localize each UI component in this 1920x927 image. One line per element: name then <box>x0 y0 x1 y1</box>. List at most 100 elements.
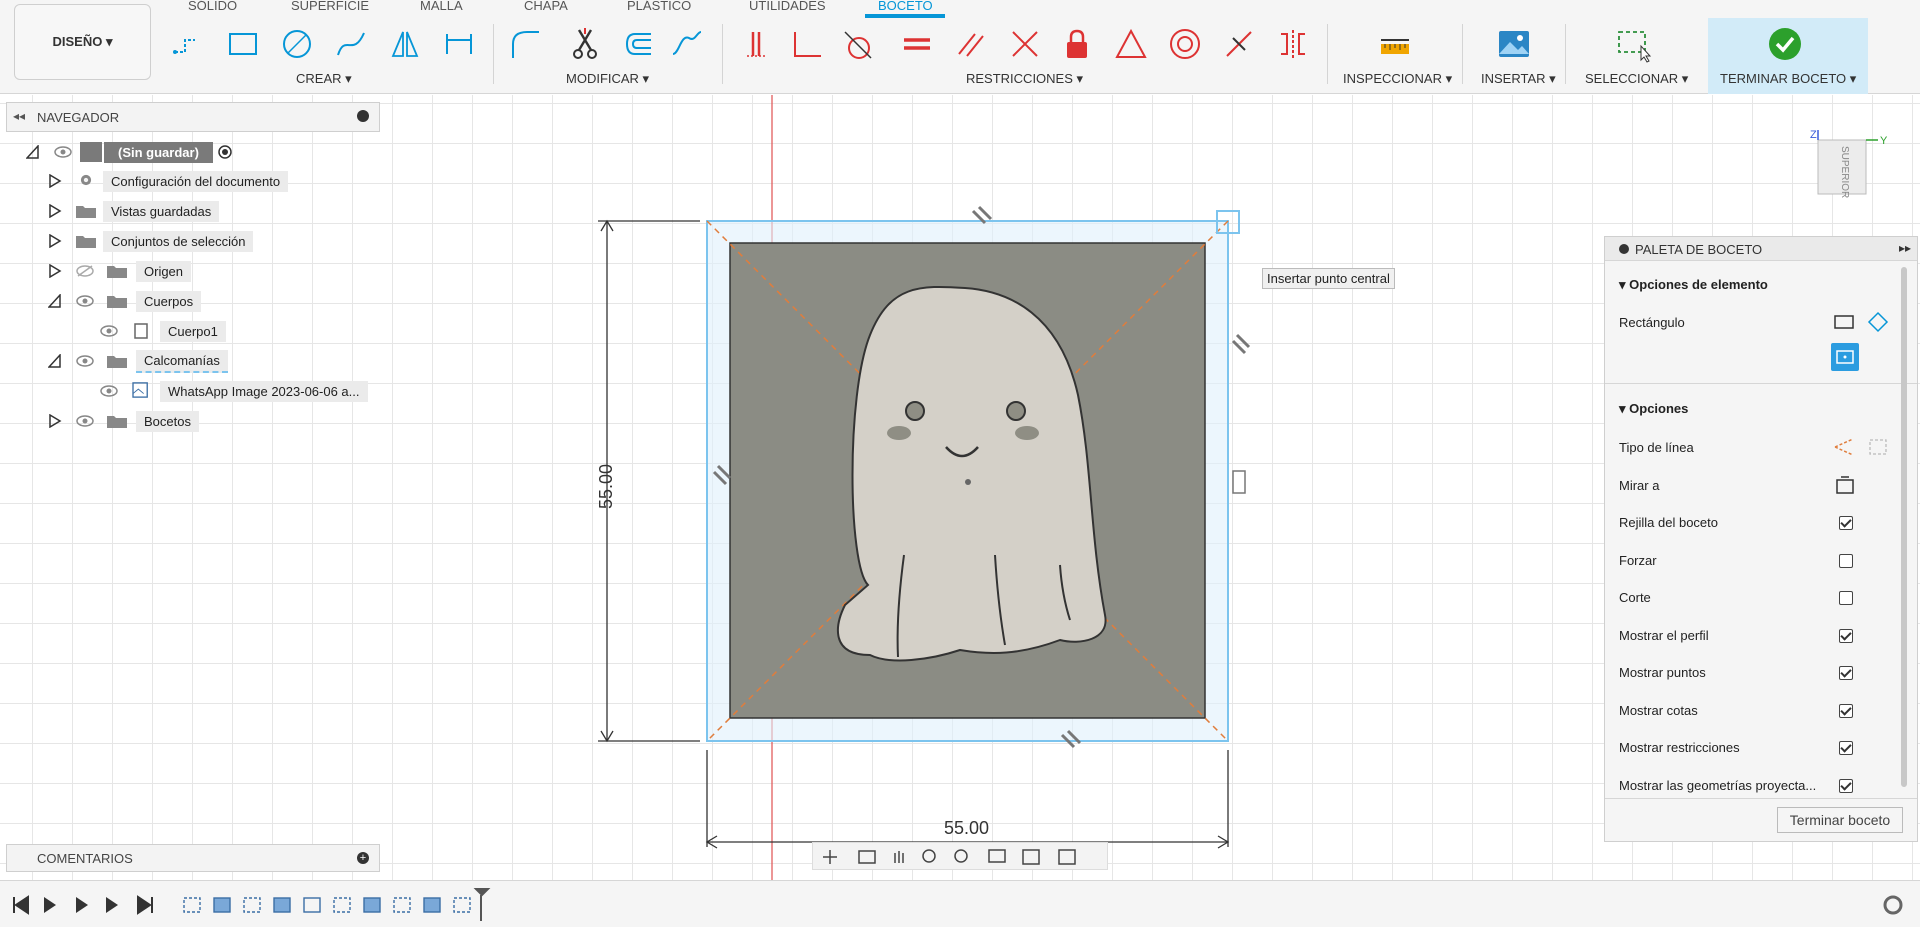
snap-checkbox[interactable] <box>1839 554 1853 568</box>
constraint-glyph <box>1232 470 1246 494</box>
inspeccionar-menu[interactable]: INSPECCIONAR ▾ <box>1343 71 1452 87</box>
expand-triangle-icon[interactable] <box>48 264 62 278</box>
tree-item-decals[interactable]: Calcomanías <box>136 349 228 373</box>
equal-constraint-icon[interactable] <box>900 27 934 61</box>
expand-triangle-icon[interactable] <box>48 204 62 218</box>
tab-boceto[interactable]: BOCETO <box>878 0 933 13</box>
visibility-eye-icon[interactable] <box>100 385 118 397</box>
timeline-settings-gear-icon <box>1883 895 1903 915</box>
tree-item-saved-views[interactable]: Vistas guardadas <box>103 199 220 223</box>
expand-triangle-icon[interactable] <box>48 414 62 428</box>
navigation-bar <box>812 842 1108 870</box>
tab-solido[interactable]: SÓLIDO <box>188 0 237 13</box>
coincident-constraint-icon[interactable] <box>1008 27 1042 61</box>
measure-tool-icon[interactable] <box>1378 27 1412 61</box>
tree-item-label: Bocetos <box>136 410 199 432</box>
tree-item-bodies[interactable]: Cuerpos <box>136 289 202 313</box>
modificar-menu[interactable]: MODIFICAR ▾ <box>566 71 649 87</box>
tab-plastico[interactable]: PLÁSTICO <box>627 0 691 13</box>
collapse-panel-icon[interactable] <box>357 110 369 122</box>
sketch-grid-checkbox[interactable] <box>1839 516 1853 530</box>
horizontal-dimension-value[interactable]: 55.00 <box>944 818 989 839</box>
triangle-constraint-icon[interactable] <box>1114 27 1148 61</box>
collapse-palette-icon[interactable] <box>1619 244 1629 254</box>
visibility-eye-icon[interactable] <box>100 325 118 337</box>
tree-item-body1[interactable]: Cuerpo1 <box>160 319 226 343</box>
vertical-dimension-value[interactable]: 55.00 <box>596 464 617 509</box>
seleccionar-menu[interactable]: SELECCIONAR ▾ <box>1585 71 1688 87</box>
tree-item-decal-image[interactable]: WhatsApp Image 2023-06-06 a... <box>160 379 368 403</box>
activate-radio-icon[interactable] <box>215 142 235 162</box>
visibility-eye-icon[interactable] <box>54 146 72 158</box>
terminar-boceto-menu[interactable]: TERMINAR BOCETO ▾ <box>1720 71 1856 87</box>
look-at-label: Mirar a <box>1619 478 1660 493</box>
visibility-eye-icon[interactable] <box>76 415 94 427</box>
hidden-eye-icon[interactable] <box>76 265 94 277</box>
tree-item-config[interactable]: Configuración del documento <box>103 169 289 193</box>
expand-triangle-icon[interactable] <box>48 354 62 368</box>
rectangle-tool-icon[interactable] <box>226 27 260 61</box>
crear-menu[interactable]: CREAR ▾ <box>296 71 352 87</box>
tree-item-selection-sets[interactable]: Conjuntos de selección <box>103 229 254 253</box>
rect-center-point-button[interactable] <box>1831 343 1859 371</box>
concentric-constraint-icon[interactable] <box>1168 27 1202 61</box>
horizontal-vertical-constraint-icon[interactable] <box>740 27 774 61</box>
construction-line-icon[interactable] <box>1833 437 1855 457</box>
centerline-icon[interactable] <box>1867 437 1889 457</box>
collapse-left-icon[interactable]: ◂◂ <box>13 109 25 123</box>
insert-image-icon[interactable] <box>1497 27 1531 61</box>
tab-superficie[interactable]: SUPERFICIE <box>291 0 369 13</box>
tree-item-sketches[interactable]: Bocetos <box>136 409 199 433</box>
show-dimensions-checkbox[interactable] <box>1839 704 1853 718</box>
parallel-constraint-icon[interactable] <box>954 27 988 61</box>
tree-item-root[interactable]: (Sin guardar) <box>80 140 235 164</box>
visibility-eye-icon[interactable] <box>76 355 94 367</box>
insertar-menu[interactable]: INSERTAR ▾ <box>1481 71 1556 87</box>
mirror-tool-icon[interactable] <box>388 27 422 61</box>
dimension-tool-icon[interactable] <box>442 27 476 61</box>
linetype-label: Tipo de línea <box>1619 440 1694 455</box>
tab-utilidades[interactable]: UTILIDADES <box>749 0 826 13</box>
options-header[interactable]: ▾ Opciones <box>1619 401 1688 417</box>
expand-triangle-icon[interactable] <box>48 234 62 248</box>
finish-sketch-button[interactable]: Terminar boceto <box>1777 807 1903 833</box>
symmetry-constraint-icon[interactable] <box>1276 27 1310 61</box>
circle-tool-icon[interactable] <box>280 27 314 61</box>
sketch-spline-edit-icon[interactable] <box>670 27 704 61</box>
palette-scrollbar[interactable] <box>1901 237 1907 797</box>
rect-three-point-icon[interactable] <box>1867 311 1889 333</box>
rect-two-point-icon[interactable] <box>1833 313 1855 331</box>
expand-triangle-icon[interactable] <box>48 174 62 188</box>
timeline-extrude-icon <box>213 897 231 913</box>
finish-sketch-check-icon[interactable] <box>1768 27 1802 61</box>
slice-checkbox[interactable] <box>1839 591 1853 605</box>
midpoint-constraint-icon[interactable] <box>1222 27 1256 61</box>
show-projected-geometry-checkbox[interactable] <box>1839 779 1853 793</box>
element-options-header[interactable]: ▾ Opciones de elemento <box>1619 277 1768 293</box>
offset-tool-icon[interactable] <box>620 27 654 61</box>
visibility-eye-icon[interactable] <box>76 295 94 307</box>
show-profile-checkbox[interactable] <box>1839 629 1853 643</box>
fix-constraint-icon[interactable] <box>1060 27 1094 61</box>
perpendicular-constraint-icon[interactable] <box>790 27 824 61</box>
restricciones-menu[interactable]: RESTRICCIONES ▾ <box>966 71 1083 87</box>
tree-item-origin[interactable]: Origen <box>136 259 192 283</box>
trim-tool-icon[interactable] <box>568 27 602 61</box>
select-window-icon[interactable] <box>1616 27 1652 63</box>
design-workspace-button[interactable]: DISEÑO ▾ <box>14 4 151 80</box>
fillet-tool-icon[interactable] <box>508 27 542 61</box>
add-comment-icon[interactable]: + <box>357 852 369 864</box>
toolbar: SÓLIDO SUPERFICIE MALLA CHAPA PLÁSTICO U… <box>0 0 1920 94</box>
tab-chapa[interactable]: CHAPA <box>524 0 568 13</box>
show-points-checkbox[interactable] <box>1839 666 1853 680</box>
view-cube[interactable]: Z Y X SUPERIOR <box>1808 129 1908 213</box>
show-constraints-label: Mostrar restricciones <box>1619 740 1740 755</box>
tangent-constraint-icon[interactable] <box>842 27 876 61</box>
expand-triangle-icon[interactable] <box>26 145 40 159</box>
look-at-icon[interactable] <box>1835 475 1855 495</box>
line-tool-icon[interactable] <box>170 27 204 61</box>
spline-tool-icon[interactable] <box>334 27 368 61</box>
tab-malla[interactable]: MALLA <box>420 0 463 13</box>
expand-triangle-icon[interactable] <box>48 294 62 308</box>
show-constraints-checkbox[interactable] <box>1839 741 1853 755</box>
